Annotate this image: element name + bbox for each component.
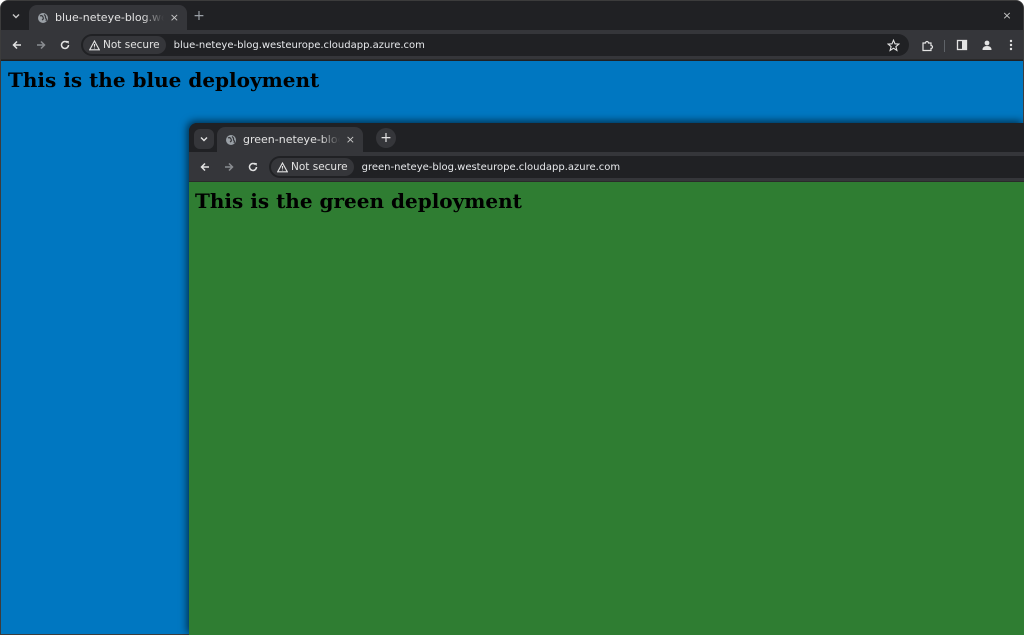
- tab-strip: blue-neteye-blog.westeurope.cloudapp.azu…: [1, 1, 1023, 30]
- reload-icon: [60, 40, 70, 50]
- page-heading: This is the green deployment: [195, 189, 522, 213]
- chevron-down-icon: [12, 14, 20, 19]
- tab-title: green-neteye-blog.westeurope.cloudapp.az…: [243, 133, 340, 146]
- security-chip-label: Not secure: [291, 161, 348, 173]
- back-button[interactable]: [196, 158, 214, 176]
- chevron-down-icon: [200, 137, 208, 142]
- close-window-button[interactable]: ×: [999, 7, 1015, 23]
- tab-strip: green-neteye-blog.westeurope.cloudapp.az…: [189, 123, 1024, 152]
- warning-triangle-icon: [89, 39, 100, 51]
- globe-icon: [225, 134, 237, 146]
- close-tab-button[interactable]: ×: [346, 133, 355, 146]
- tab-blue[interactable]: blue-neteye-blog.westeurope.cloudapp.azu…: [29, 5, 187, 30]
- reload-icon: [248, 162, 258, 172]
- page-heading: This is the blue deployment: [8, 68, 320, 92]
- tab-search-button[interactable]: [194, 129, 214, 149]
- arrow-left-icon: [200, 162, 209, 172]
- forward-button[interactable]: [32, 36, 50, 54]
- reload-button[interactable]: [56, 36, 74, 54]
- kebab-menu-icon: [1009, 39, 1013, 51]
- tab-green[interactable]: green-neteye-blog.westeurope.cloudapp.az…: [217, 127, 363, 152]
- menu-button[interactable]: [1002, 36, 1020, 54]
- forward-button[interactable]: [220, 158, 238, 176]
- side-panel-icon: [956, 39, 968, 51]
- puzzle-icon: [921, 40, 933, 51]
- star-icon: [886, 38, 900, 52]
- globe-icon: [37, 12, 49, 24]
- new-tab-button[interactable]: +: [376, 128, 396, 148]
- reload-button[interactable]: [244, 158, 262, 176]
- new-tab-button[interactable]: +: [190, 7, 208, 25]
- browser-toolbar: Not secure green-neteye-blog.westeurope.…: [189, 152, 1024, 182]
- address-bar[interactable]: Not secure green-neteye-blog.westeurope.…: [269, 156, 1024, 178]
- arrow-right-icon: [37, 40, 46, 50]
- toolbar-divider: [944, 40, 945, 52]
- page-content: This is the green deployment: [189, 182, 1024, 635]
- url-text[interactable]: blue-neteye-blog.westeurope.cloudapp.azu…: [174, 40, 425, 51]
- arrow-right-icon: [225, 162, 234, 172]
- extensions-button[interactable]: [918, 36, 936, 54]
- person-icon: [982, 40, 992, 50]
- arrow-left-icon: [12, 40, 21, 50]
- security-chip[interactable]: Not secure: [83, 36, 166, 54]
- side-panel-button[interactable]: [953, 36, 971, 54]
- bookmark-button[interactable]: [884, 36, 902, 54]
- address-bar[interactable]: Not secure blue-neteye-blog.westeurope.c…: [81, 34, 909, 56]
- browser-window-green: green-neteye-blog.westeurope.cloudapp.az…: [189, 123, 1024, 635]
- tab-search-button[interactable]: [6, 6, 26, 26]
- warning-triangle-icon: [277, 161, 288, 173]
- security-chip[interactable]: Not secure: [271, 158, 354, 176]
- security-chip-label: Not secure: [103, 39, 160, 51]
- browser-toolbar: Not secure blue-neteye-blog.westeurope.c…: [1, 30, 1023, 60]
- tab-title: blue-neteye-blog.westeurope.cloudapp.azu…: [55, 11, 164, 24]
- url-text[interactable]: green-neteye-blog.westeurope.cloudapp.az…: [362, 162, 621, 173]
- close-tab-button[interactable]: ×: [170, 11, 179, 24]
- profile-button[interactable]: [978, 36, 996, 54]
- back-button[interactable]: [8, 36, 26, 54]
